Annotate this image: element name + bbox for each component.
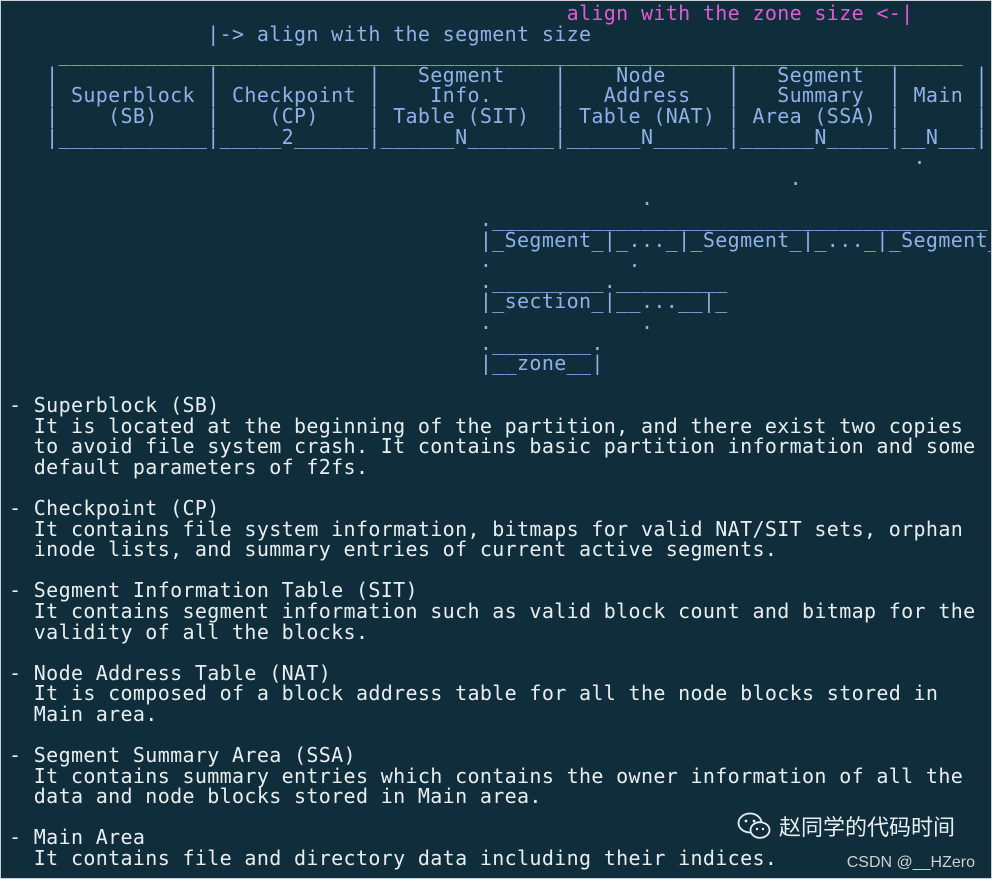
desc-line: default parameters of f2fs. bbox=[9, 454, 369, 479]
f2fs-layout-diagram: align with the zone size <-| |-> align w… bbox=[9, 3, 992, 374]
desc-line: It contains file and directory data incl… bbox=[9, 846, 778, 871]
credit-label: CSDN @__HZero bbox=[846, 854, 975, 871]
desc-line: validity of all the blocks. bbox=[9, 619, 369, 644]
diagram-line: |__zone__| bbox=[9, 351, 604, 376]
desc-line: Main area. bbox=[9, 701, 158, 726]
area-descriptions: - Superblock (SB) It is located at the b… bbox=[9, 395, 976, 869]
watermark: 赵同学的代码时间 bbox=[737, 810, 955, 842]
terminal-screen: align with the zone size <-| |-> align w… bbox=[0, 0, 992, 879]
wechat-icon bbox=[737, 812, 771, 840]
watermark-text: 赵同学的代码时间 bbox=[778, 816, 955, 841]
desc-line: data and node blocks stored in Main area… bbox=[9, 784, 542, 809]
desc-line: inode lists, and summary entries of curr… bbox=[9, 537, 778, 562]
